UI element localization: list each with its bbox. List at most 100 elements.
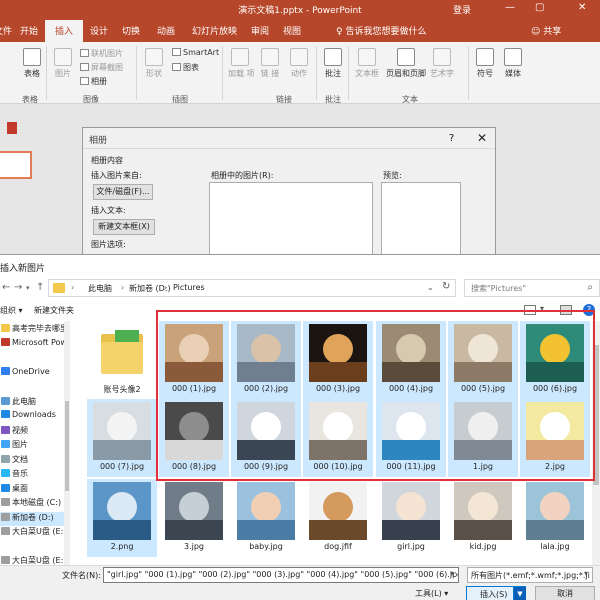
breadcrumb-this-pc[interactable]: 此电脑 [88,283,112,294]
textbox-button[interactable]: 文本框 [352,48,382,79]
help-icon[interactable]: ? [449,133,454,144]
recent-dropdown-icon[interactable]: ▾ [26,284,30,292]
file-item[interactable]: 000 (4).jpg [376,321,446,399]
nav-item[interactable]: 新加卷 (D:) [0,511,70,526]
tab-file[interactable]: 文件 [0,24,12,37]
breadcrumb-pictures[interactable]: Pictures [173,283,205,292]
media-button[interactable]: 媒体 [502,48,524,79]
comment-button[interactable]: 批注 [322,48,344,79]
file-item[interactable]: 000 (11).jpg [376,399,446,477]
insert-button[interactable]: 插入(S) ▼ [466,586,526,600]
tell-me-search[interactable]: ♀ 告诉我您想要做什么 [336,24,426,37]
tab-review[interactable]: 审阅 [251,24,269,37]
header-footer-button[interactable]: 页眉和页脚 [386,48,426,79]
preview-pane-icon[interactable] [560,305,572,315]
nav-item[interactable]: 图片 [0,439,70,453]
nav-item[interactable]: Microsoft Pow [0,337,70,352]
tab-animations[interactable]: 动画 [157,24,175,37]
new-folder-button[interactable]: 新建文件夹 [34,305,74,316]
organize-button[interactable]: 组织 ▾ [0,305,23,316]
filename-dropdown-icon[interactable]: ▾ [450,569,454,578]
address-bar[interactable]: › 此电脑 › 新加卷 (D:) › Pictures ⌄ ↻ [48,279,456,297]
nav-scrollbar[interactable] [64,321,70,565]
file-item[interactable]: 3.jpg [159,479,229,557]
smartart-button[interactable]: SmartArt [172,48,219,57]
nav-item[interactable]: 高考完毕去哪里 [0,323,70,337]
symbol-button[interactable]: 符号 [474,48,496,79]
refresh-icon[interactable]: ↻ [442,281,450,292]
filename-input[interactable]: "girl.jpg" "000 (1).jpg" "000 (2).jpg" "… [103,567,459,583]
nav-item[interactable]: 音乐 [0,468,70,482]
addins-button[interactable]: 加载 项 [228,48,255,79]
tab-insert[interactable]: 插入 [45,20,84,42]
cancel-button[interactable]: 取消 [535,586,595,600]
help-icon[interactable]: ? [583,304,595,316]
file-item[interactable]: 2.png [87,479,157,557]
file-item[interactable]: 000 (8).jpg [159,399,229,477]
file-item[interactable]: 000 (3).jpg [303,321,373,399]
nav-item[interactable]: 视频 [0,425,70,439]
search-box[interactable]: 搜索"Pictures" ⌕ [464,279,600,297]
file-item[interactable]: lala.jpg [520,479,590,557]
nav-item[interactable]: 此电脑 [0,396,70,410]
new-textbox-button[interactable]: 新建文本框(X) [93,219,155,235]
file-type-dropdown-icon[interactable]: ▾ [584,569,588,578]
tab-design[interactable]: 设计 [90,24,108,37]
close-icon[interactable]: ✕ [578,2,586,13]
view-options-icon[interactable] [524,305,536,315]
tab-home[interactable]: 开始 [20,24,38,37]
file-item[interactable]: girl.jpg [376,479,446,557]
view-dropdown-icon[interactable]: ▾ [540,304,544,313]
file-disk-button[interactable]: 文件/磁盘(F)... [93,184,153,200]
album-button[interactable]: 相册 [80,76,107,87]
file-grid-scrollbar-thumb[interactable] [593,345,599,485]
online-picture-button[interactable]: 联机图片 [80,48,123,59]
file-item[interactable]: 000 (9).jpg [231,399,301,477]
tab-slideshow[interactable]: 幻灯片放映 [192,24,237,37]
tab-transitions[interactable]: 切换 [122,24,140,37]
wordart-button[interactable]: 艺术字 [428,48,456,79]
insert-dropdown-icon[interactable]: ▼ [513,587,526,600]
file-item[interactable]: 1.jpg [448,399,518,477]
file-item[interactable]: 2.jpg [520,399,590,477]
nav-item[interactable]: OneDrive [0,366,70,381]
link-button[interactable]: 链 接 [260,48,280,79]
chart-button[interactable]: 图表 [172,62,199,73]
file-item[interactable]: 000 (6).jpg [520,321,590,399]
minimize-icon[interactable]: — [505,2,515,13]
address-dropdown-icon[interactable]: ⌄ [427,283,434,292]
share-button[interactable]: ☺ 共享 [531,24,561,37]
nav-item[interactable]: 大白菜U盘 (E: [0,555,70,565]
tab-view[interactable]: 视图 [283,24,301,37]
slide-thumbnail[interactable] [0,151,32,179]
file-item[interactable]: dog.jfif [303,479,373,557]
file-type-select[interactable]: 所有图片(*.emf;*.wmf;*.jpg;*.ji [467,567,593,583]
action-button[interactable]: 动作 [288,48,310,79]
file-item[interactable]: 账号头像2 [87,321,157,399]
maximize-icon[interactable]: ▢ [535,2,544,13]
nav-scrollbar-thumb[interactable] [65,401,69,491]
back-arrow-icon[interactable]: ← [2,282,10,293]
nav-item[interactable]: 桌面 [0,483,70,497]
up-arrow-icon[interactable]: ↑ [36,282,44,293]
table-button[interactable]: 表格 [20,48,44,79]
album-close-icon[interactable]: ✕ [477,131,487,145]
tools-menu-button[interactable]: 工具(L) ▾ [415,588,448,599]
file-item[interactable]: 000 (1).jpg [159,321,229,399]
picture-button[interactable]: 图片 [52,48,74,79]
nav-item[interactable]: Downloads [0,410,70,424]
screenshot-button[interactable]: 屏幕截图 [80,62,123,73]
file-item[interactable]: 000 (7).jpg [87,399,157,477]
login-link[interactable]: 登录 [453,3,471,16]
file-item[interactable]: 000 (2).jpg [231,321,301,399]
shapes-button[interactable]: 形状 [142,48,166,79]
file-item[interactable]: 000 (5).jpg [448,321,518,399]
file-item[interactable]: 000 (10).jpg [303,399,373,477]
file-item[interactable]: kid.jpg [448,479,518,557]
file-item[interactable]: baby.jpg [231,479,301,557]
nav-item[interactable]: 本地磁盘 (C:) [0,497,70,511]
nav-item[interactable]: 大白菜U盘 (E: [0,526,70,540]
file-grid-scrollbar[interactable] [592,321,600,565]
forward-arrow-icon[interactable]: → [14,282,22,293]
nav-item[interactable]: 文档 [0,454,70,468]
